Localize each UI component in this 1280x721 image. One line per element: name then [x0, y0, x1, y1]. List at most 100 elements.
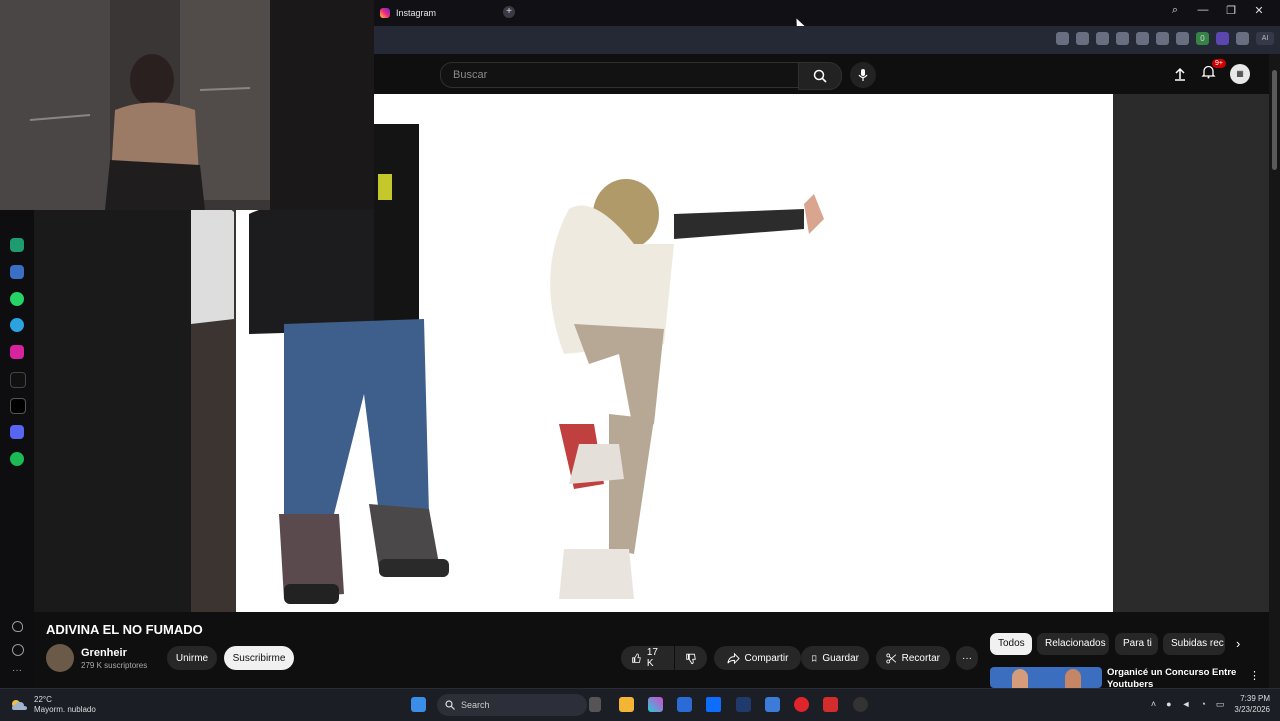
weather-widget[interactable]: 22°C Mayorm. nublado — [10, 695, 96, 715]
clip-label: Recortar — [901, 652, 940, 664]
telegram-icon[interactable] — [10, 318, 24, 332]
search-input[interactable] — [451, 68, 785, 82]
search-button[interactable] — [798, 62, 842, 90]
temperature: 22°C — [34, 695, 52, 704]
share-icon — [727, 652, 740, 664]
chip-recent-uploads[interactable]: Subidas rec — [1163, 633, 1225, 655]
wifi-icon[interactable]: ◔ — [1200, 699, 1205, 709]
store-icon[interactable] — [677, 697, 692, 712]
scissors-icon — [886, 653, 897, 663]
chevron-up-icon[interactable]: ˄ — [1151, 699, 1156, 709]
chip-related[interactable]: Relacionados — [1037, 633, 1109, 655]
taskbar-clock[interactable]: 7:39 PM 3/23/2026 — [1234, 693, 1270, 715]
recommendation-title[interactable]: Organicé un Concurso Entre Youtubers — [1107, 667, 1242, 688]
cube-icon[interactable] — [1236, 32, 1249, 45]
dislike-button[interactable] — [675, 646, 707, 670]
chip-for-you[interactable]: Para ti — [1115, 633, 1158, 655]
minimize-button[interactable]: — — [1196, 4, 1210, 17]
vpn-icon[interactable] — [765, 697, 780, 712]
upload-icon[interactable] — [1173, 67, 1187, 81]
share-button[interactable]: Compartir — [714, 646, 801, 670]
clock-time: 7:39 PM — [1240, 694, 1270, 703]
extension-badge[interactable]: 0 — [1196, 32, 1209, 45]
heart-icon[interactable] — [1136, 32, 1149, 45]
file-explorer-icon[interactable] — [619, 697, 634, 712]
copilot-icon[interactable] — [648, 697, 663, 712]
notifications-button[interactable]: 9+ — [1201, 59, 1226, 84]
chip-all[interactable]: Todos — [990, 633, 1032, 655]
app-icon[interactable] — [853, 697, 868, 712]
youtube-header: 9+ ▦ — [374, 54, 1280, 94]
page-scrollbar[interactable] — [1269, 54, 1280, 688]
editor-icon[interactable] — [736, 697, 751, 712]
like-count: 17 K — [646, 647, 658, 669]
camera-icon[interactable] — [1076, 32, 1089, 45]
spotify-icon[interactable] — [10, 452, 24, 466]
channel-name[interactable]: Grenheir — [81, 647, 127, 659]
play-icon[interactable] — [1116, 32, 1129, 45]
channel-avatar[interactable] — [46, 644, 74, 672]
chatgpt-icon[interactable] — [10, 238, 24, 252]
search-tabs-icon[interactable]: ⌕ — [1168, 4, 1182, 17]
account-avatar[interactable]: ▦ — [1230, 64, 1250, 84]
edit-icon[interactable] — [1056, 32, 1069, 45]
wps-icon[interactable] — [823, 697, 838, 712]
dropbox-icon[interactable] — [706, 697, 721, 712]
calendar-icon[interactable] — [10, 265, 24, 279]
maximize-button[interactable]: ❐ — [1224, 4, 1238, 17]
subscriber-count: 279 K suscriptores — [81, 661, 148, 670]
task-view-icon[interactable] — [589, 697, 601, 712]
window-controls: ⌕ — ❐ ✕ — [1168, 4, 1266, 17]
search-icon — [813, 69, 827, 83]
thumbs-up-icon — [632, 652, 641, 663]
x-icon[interactable] — [10, 398, 26, 414]
instagram-icon — [380, 8, 390, 18]
microphone-icon — [858, 69, 868, 81]
extensions-bar: 0 AI — [1056, 32, 1274, 45]
menu-icon[interactable] — [1176, 32, 1189, 45]
video-title: ADIVINA EL NO FUMADO — [46, 622, 203, 637]
like-button[interactable]: 17 K — [621, 646, 674, 670]
ai-button[interactable]: AI — [1256, 32, 1274, 45]
extension-icon[interactable] — [1216, 32, 1229, 45]
subscribe-button[interactable]: Suscribirme — [224, 646, 294, 670]
scrollbar-thumb[interactable] — [1272, 70, 1277, 170]
browser-toolbar: 0 AI — [374, 26, 1280, 54]
share-label: Compartir — [744, 652, 789, 664]
mic-tray-icon[interactable]: ● — [1166, 699, 1171, 709]
recommendation-menu-icon[interactable]: ⋮ — [1249, 669, 1260, 682]
windows-taskbar: 22°C Mayorm. nublado Search ˄ ● ◄ ◔ ▭ 7:… — [0, 688, 1280, 721]
speaker-icon[interactable]: ◄ — [1182, 699, 1191, 709]
new-tab-button[interactable]: + — [503, 6, 515, 18]
taskbar-search[interactable]: Search — [437, 694, 587, 716]
chevron-right-icon[interactable]: › — [1236, 636, 1240, 651]
history-icon[interactable] — [12, 644, 24, 656]
cloud-icon — [12, 700, 27, 710]
shield-icon[interactable] — [1096, 32, 1109, 45]
heart-sidebar-icon[interactable] — [12, 621, 23, 632]
whatsapp-icon[interactable] — [10, 292, 24, 306]
more-actions-button[interactable]: ··· — [956, 646, 978, 670]
clock-date: 3/23/2026 — [1234, 705, 1270, 714]
download-icon[interactable] — [1156, 32, 1169, 45]
join-button[interactable]: Unirme — [167, 646, 217, 670]
search-box — [440, 62, 800, 88]
clip-button[interactable]: Recortar — [876, 646, 950, 670]
instagram-sidebar-icon[interactable] — [10, 345, 24, 359]
start-icon[interactable] — [411, 697, 426, 712]
opera-icon[interactable] — [794, 697, 809, 712]
recommendation-thumbnail[interactable] — [990, 667, 1102, 688]
close-button[interactable]: ✕ — [1252, 4, 1266, 17]
video-right-panel — [1113, 94, 1269, 612]
more-sidebar-icon[interactable]: ··· — [10, 666, 24, 680]
webcam-feed — [0, 0, 374, 210]
weather-description: Mayorm. nublado — [34, 705, 96, 714]
voice-search-button[interactable] — [850, 62, 876, 88]
battery-icon[interactable]: ▭ — [1216, 699, 1225, 710]
discord-icon[interactable] — [10, 425, 24, 439]
tab-instagram[interactable]: Instagram — [380, 4, 436, 22]
save-button[interactable]: Guardar — [801, 646, 869, 670]
tiktok-icon[interactable] — [10, 372, 26, 388]
taskbar-search-icon — [445, 700, 455, 710]
header-actions: 9+ ▦ — [1173, 59, 1250, 84]
